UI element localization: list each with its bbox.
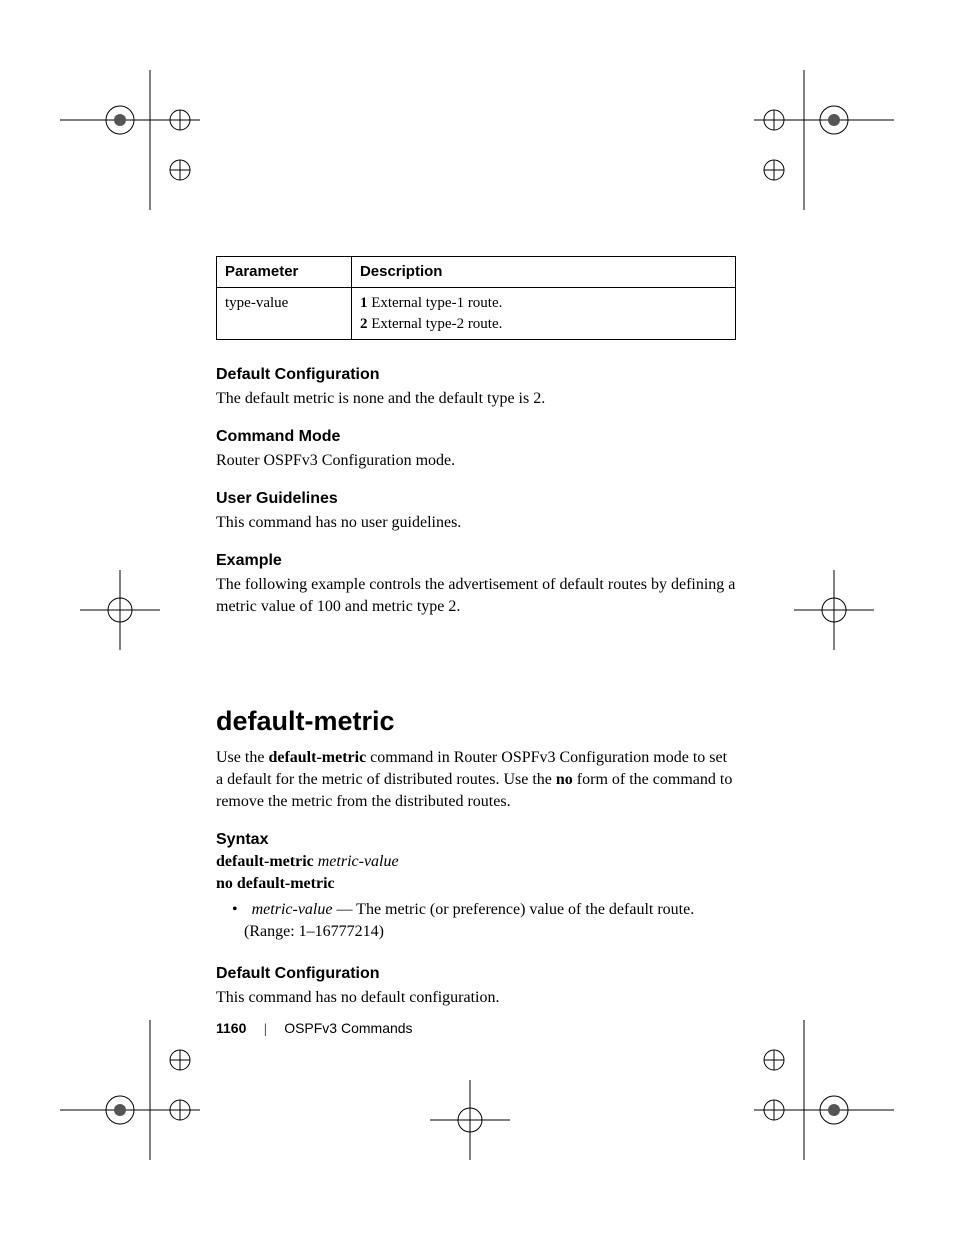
bullet-arg: metric-value: [252, 901, 333, 918]
intro-bold: default-metric: [268, 749, 366, 766]
crop-mark-icon: [794, 570, 874, 650]
syntax-cmd: default-metric: [216, 853, 318, 870]
body-paragraph: This command has no user guidelines.: [216, 512, 736, 534]
body-paragraph: The following example controls the adver…: [216, 574, 736, 618]
intro-text: Use the: [216, 749, 268, 766]
syntax-line: no default-metric: [216, 875, 736, 893]
chapter-name: OSPFv3 Commands: [284, 1020, 412, 1036]
desc-text-1: External type-1 route.: [367, 295, 502, 311]
section-heading: Default Configuration: [216, 366, 736, 384]
body-paragraph: The default metric is none and the defau…: [216, 388, 736, 410]
syntax-arg: metric-value: [318, 853, 399, 870]
col-description: Description: [351, 257, 735, 288]
cell-description: 1 External type-1 route. 2 External type…: [351, 288, 735, 340]
table-row: type-value 1 External type-1 route. 2 Ex…: [217, 288, 736, 340]
crop-mark-icon: [754, 1020, 894, 1160]
section-heading: Syntax: [216, 831, 736, 849]
section-heading: Command Mode: [216, 428, 736, 446]
document-page: Parameter Description type-value 1 Exter…: [0, 0, 954, 1235]
intro-bold: no: [556, 771, 573, 788]
body-paragraph: This command has no default configuratio…: [216, 987, 736, 1009]
syntax-line: default-metric metric-value: [216, 853, 736, 871]
command-intro: Use the default-metric command in Router…: [216, 747, 736, 813]
crop-mark-icon: [80, 570, 160, 650]
crop-mark-icon: [754, 70, 894, 210]
syntax-cmd: no default-metric: [216, 875, 335, 892]
desc-text-2: External type-2 route.: [367, 316, 502, 332]
crop-mark-icon: [60, 70, 200, 210]
crop-mark-icon: [60, 1020, 200, 1160]
page-content: Parameter Description type-value 1 Exter…: [216, 256, 736, 1017]
body-paragraph: Router OSPFv3 Configuration mode.: [216, 450, 736, 472]
table-header-row: Parameter Description: [217, 257, 736, 288]
section-heading: Example: [216, 552, 736, 570]
col-parameter: Parameter: [217, 257, 352, 288]
section-heading: Default Configuration: [216, 965, 736, 983]
syntax-bullet: metric-value — The metric (or preference…: [216, 899, 736, 942]
page-number: 1160: [216, 1020, 246, 1036]
command-title: default-metric: [216, 706, 736, 737]
page-footer: 1160 | OSPFv3 Commands: [216, 1020, 413, 1038]
section-heading: User Guidelines: [216, 490, 736, 508]
crop-mark-icon: [430, 1080, 510, 1160]
parameter-table: Parameter Description type-value 1 Exter…: [216, 256, 736, 340]
footer-separator: |: [250, 1022, 281, 1037]
cell-parameter: type-value: [217, 288, 352, 340]
